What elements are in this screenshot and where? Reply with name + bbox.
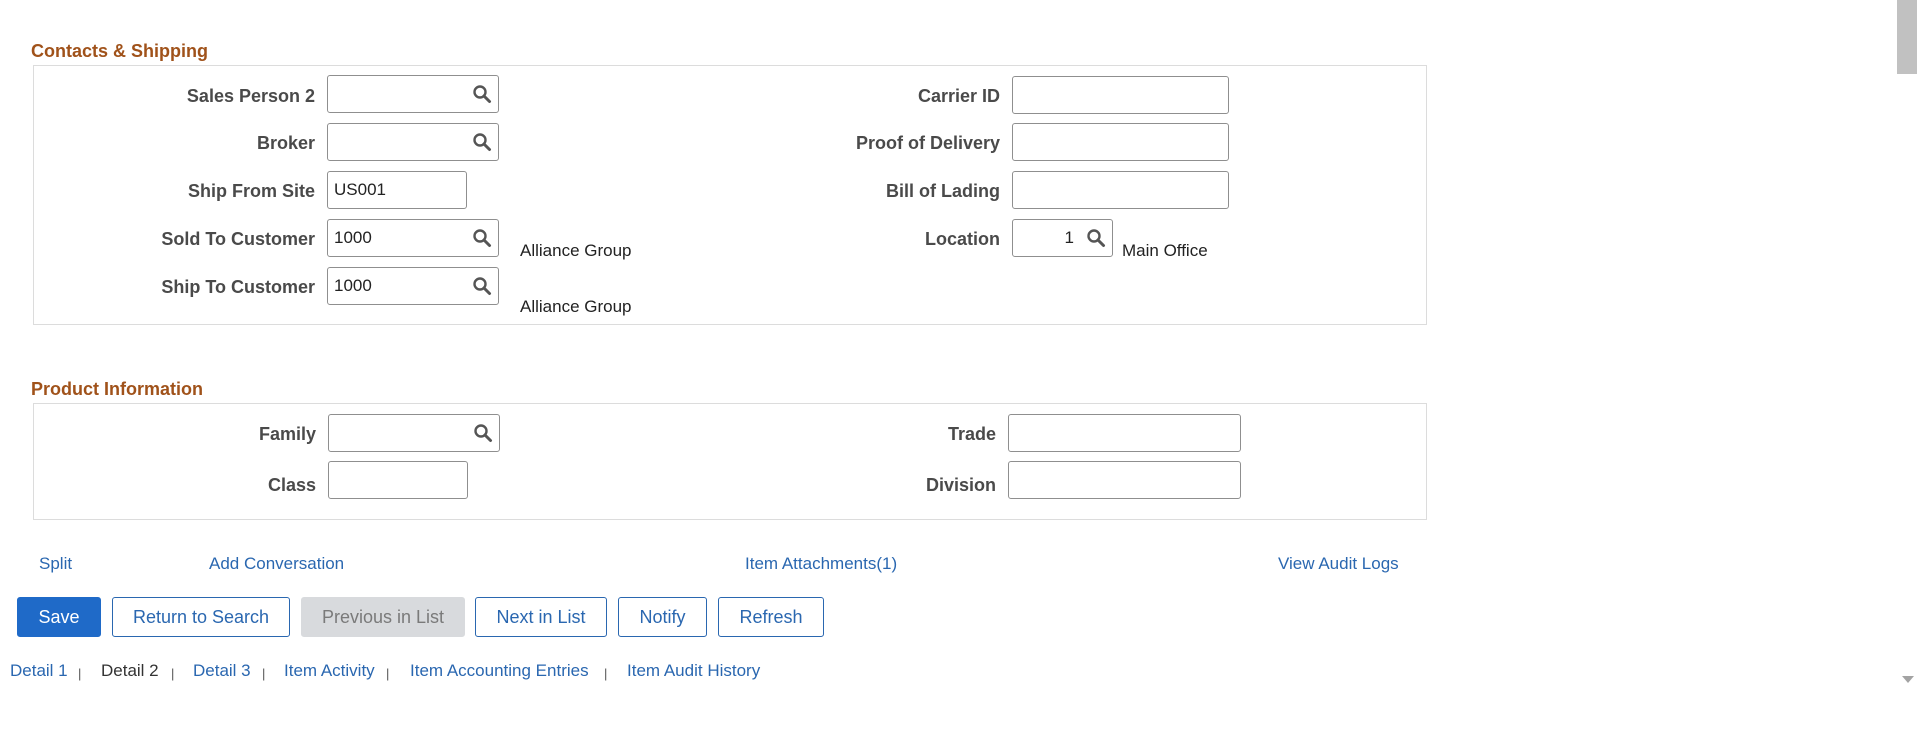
previous-in-list-button: Previous in List xyxy=(301,597,465,637)
add-conversation-link[interactable]: Add Conversation xyxy=(209,554,344,574)
tab-detail-2: Detail 2 xyxy=(101,661,159,680)
ship-to-customer-description: Alliance Group xyxy=(520,297,632,316)
scrollbar-thumb[interactable] xyxy=(1897,0,1917,74)
class-label: Class xyxy=(267,475,316,495)
tab-item-audit-history[interactable]: Item Audit History xyxy=(627,661,760,681)
search-icon[interactable] xyxy=(473,423,493,443)
location-input[interactable]: 1 xyxy=(1012,219,1113,257)
tab-detail-1[interactable]: Detail 1 xyxy=(10,661,68,681)
ship-to-customer-input[interactable]: 1000 xyxy=(327,267,499,305)
ship-from-site-label: Ship From Site xyxy=(187,181,315,201)
next-in-list-button[interactable]: Next in List xyxy=(475,597,607,637)
sold-to-customer-description: Alliance Group xyxy=(520,241,632,260)
broker-label: Broker xyxy=(256,133,315,153)
tab-separator: | xyxy=(604,666,608,681)
broker-input[interactable] xyxy=(327,123,499,161)
proof-of-delivery-label: Proof of Delivery xyxy=(855,133,1000,153)
search-icon[interactable] xyxy=(472,84,492,104)
ship-from-site-input[interactable]: US001 xyxy=(327,171,467,209)
search-icon[interactable] xyxy=(472,132,492,152)
sold-to-customer-input[interactable]: 1000 xyxy=(327,219,499,257)
location-label: Location xyxy=(925,229,1000,249)
sales-person2-input[interactable] xyxy=(327,75,499,113)
notify-button[interactable]: Notify xyxy=(618,597,707,637)
tab-item-accounting-entries[interactable]: Item Accounting Entries xyxy=(410,661,589,681)
carrier-id-label: Carrier ID xyxy=(917,86,1000,106)
scroll-down-arrow-icon[interactable] xyxy=(1902,676,1914,683)
contacts-shipping-title: Contacts & Shipping xyxy=(31,41,208,61)
item-attachments-link[interactable]: Item Attachments(1) xyxy=(745,554,897,574)
class-input[interactable] xyxy=(328,461,468,499)
refresh-button[interactable]: Refresh xyxy=(718,597,824,637)
tab-separator: | xyxy=(171,666,175,681)
tab-separator: | xyxy=(386,666,390,681)
sales-person2-label: Sales Person 2 xyxy=(186,86,315,106)
division-input[interactable] xyxy=(1008,461,1241,499)
family-input[interactable] xyxy=(328,414,500,452)
search-icon[interactable] xyxy=(1086,228,1106,248)
bill-of-lading-label: Bill of Lading xyxy=(886,181,1000,201)
search-icon[interactable] xyxy=(472,228,492,248)
product-information-title: Product Information xyxy=(31,379,203,399)
tab-separator: | xyxy=(78,666,82,681)
split-link[interactable]: Split xyxy=(39,554,72,574)
location-description: Main Office xyxy=(1122,241,1208,260)
save-button[interactable]: Save xyxy=(17,597,101,637)
tab-separator: | xyxy=(262,666,266,681)
return-to-search-button[interactable]: Return to Search xyxy=(112,597,290,637)
tab-detail-3[interactable]: Detail 3 xyxy=(193,661,251,681)
bill-of-lading-input[interactable] xyxy=(1012,171,1229,209)
tab-item-activity[interactable]: Item Activity xyxy=(284,661,375,681)
division-label: Division xyxy=(925,475,996,495)
vertical-scrollbar[interactable] xyxy=(1895,0,1920,740)
trade-label: Trade xyxy=(947,424,996,444)
family-label: Family xyxy=(258,424,316,444)
proof-of-delivery-input[interactable] xyxy=(1012,123,1229,161)
ship-to-customer-label: Ship To Customer xyxy=(161,277,315,297)
sold-to-customer-label: Sold To Customer xyxy=(161,229,315,249)
search-icon[interactable] xyxy=(472,276,492,296)
view-audit-logs-link[interactable]: View Audit Logs xyxy=(1278,554,1399,574)
carrier-id-input[interactable] xyxy=(1012,76,1229,114)
trade-input[interactable] xyxy=(1008,414,1241,452)
